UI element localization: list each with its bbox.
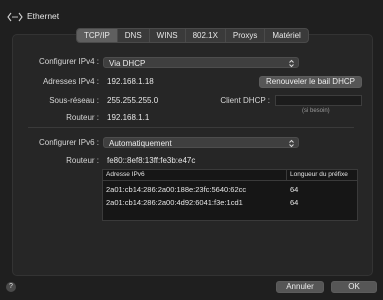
help-button[interactable]: ? — [6, 282, 16, 292]
tab-tcpip[interactable]: TCP/IP — [77, 29, 118, 42]
ipv6-router-value: fe80::8ef8:13ff:fe3b:e47c — [107, 156, 196, 165]
configure-ipv6-value: Automatiquement — [109, 139, 172, 148]
table-cell-address[interactable]: 2a01:cb14:286:2a00:188e:23fc:5640:62cc — [106, 185, 246, 194]
ipv4-router-value: 192.168.1.1 — [107, 113, 150, 122]
table-cell-address[interactable]: 2a01:cb14:286:2a00:4d92:6041:f3e:1cd1 — [106, 198, 243, 207]
configure-ipv6-select[interactable]: Automatiquement — [103, 137, 299, 148]
ipv4-address-value: 192.168.1.18 — [107, 77, 154, 86]
column-header-prefix-length[interactable]: Longueur du préfixe — [286, 170, 348, 180]
renew-dhcp-lease-button[interactable]: Renouveler le bail DHCP — [259, 76, 362, 88]
table-cell-prefix[interactable]: 64 — [290, 185, 298, 194]
dhcp-client-field[interactable] — [275, 95, 362, 106]
chevron-up-down-icon — [289, 139, 294, 148]
table-header: Adresse IPv6 Longueur du préfixe — [103, 170, 357, 181]
tab-8021x[interactable]: 802.1X — [186, 29, 226, 42]
column-header-address[interactable]: Adresse IPv6 — [106, 170, 145, 180]
table-cell-prefix[interactable]: 64 — [290, 198, 298, 207]
tab-proxys[interactable]: Proxys — [226, 29, 266, 42]
subnet-label: Sous-réseau : — [49, 96, 99, 105]
tab-bar: TCP/IP DNS WINS 802.1X Proxys Matériel — [76, 28, 309, 43]
subnet-value: 255.255.255.0 — [107, 96, 159, 105]
tab-wins[interactable]: WINS — [150, 29, 186, 42]
tab-materiel[interactable]: Matériel — [265, 29, 307, 42]
tab-dns[interactable]: DNS — [118, 29, 150, 42]
settings-panel — [12, 34, 373, 276]
configure-ipv6-label: Configurer IPv6 : — [38, 138, 99, 147]
window-title: Ethernet — [27, 11, 60, 21]
configure-ipv4-label: Configurer IPv4 : — [38, 57, 99, 66]
chevron-up-down-icon — [289, 59, 294, 68]
back-forward-arrows-icon[interactable] — [6, 10, 23, 23]
cancel-button[interactable]: Annuler — [276, 281, 324, 293]
ipv4-address-label: Adresses IPv4 : — [42, 77, 99, 86]
ipv6-router-label: Routeur : — [66, 156, 99, 165]
ipv6-address-table[interactable]: Adresse IPv6 Longueur du préfixe 2a01:cb… — [102, 169, 358, 221]
if-needed-hint: (si besoin) — [302, 108, 330, 114]
configure-ipv4-value: Via DHCP — [109, 59, 146, 68]
configure-ipv4-select[interactable]: Via DHCP — [103, 57, 299, 68]
section-divider — [28, 127, 354, 128]
dhcp-client-label: Client DHCP : — [220, 96, 270, 105]
ok-button[interactable]: OK — [331, 281, 377, 293]
ipv4-router-label: Routeur : — [66, 113, 99, 122]
